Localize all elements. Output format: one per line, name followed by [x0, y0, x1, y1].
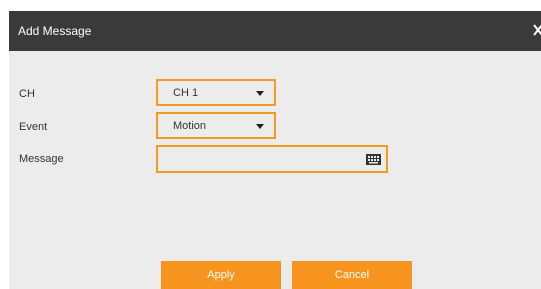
dialog-title: Add Message: [18, 24, 92, 38]
message-input[interactable]: [156, 145, 388, 173]
dialog-titlebar: Add Message: [9, 11, 541, 51]
cancel-button[interactable]: Cancel: [292, 261, 412, 289]
keyboard-icon[interactable]: [366, 152, 381, 165]
chevron-down-icon: [256, 124, 264, 129]
add-message-dialog: Add Message CH CH 1 Event Motion Message: [9, 11, 541, 289]
ch-select-value: CH 1: [173, 87, 199, 99]
chevron-down-icon: [256, 91, 264, 96]
event-select[interactable]: Motion: [156, 112, 276, 139]
event-select-value: Motion: [173, 120, 207, 132]
apply-button[interactable]: Apply: [161, 261, 281, 289]
close-icon[interactable]: [532, 20, 541, 40]
ch-label: CH: [19, 88, 35, 100]
message-label: Message: [19, 153, 64, 165]
ch-select[interactable]: CH 1: [156, 79, 276, 106]
event-label: Event: [19, 121, 48, 133]
